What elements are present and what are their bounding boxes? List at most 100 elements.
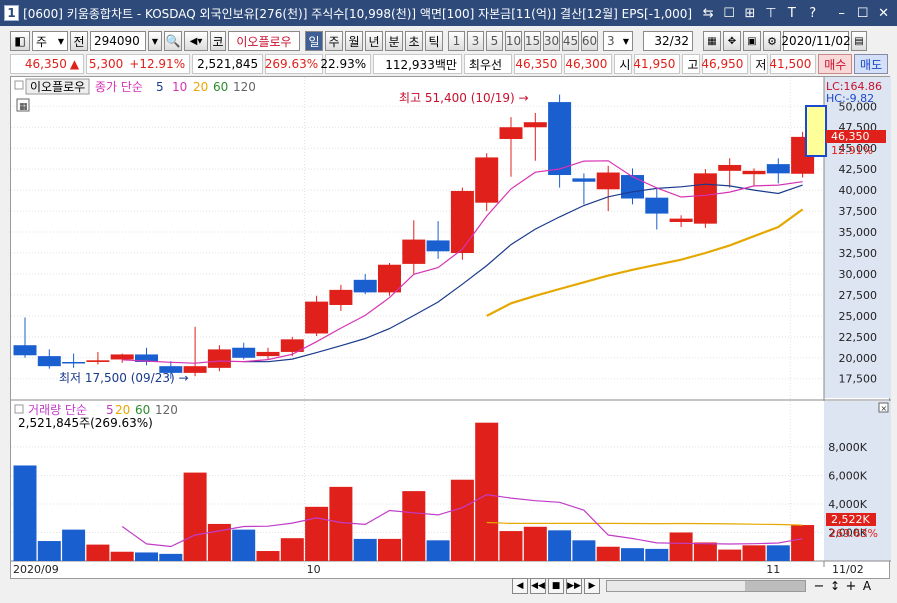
- date-input[interactable]: 2020/11/02: [781, 31, 851, 51]
- buy-button[interactable]: 매수: [818, 54, 853, 74]
- interval-30[interactable]: 30: [543, 31, 560, 51]
- high-price: 46,950: [701, 54, 749, 74]
- volume-bar: [159, 553, 183, 561]
- volume-bar: [135, 552, 158, 561]
- scroll-start-button[interactable]: ◀: [512, 578, 528, 594]
- scroll-back-button[interactable]: ◀◀: [530, 578, 546, 594]
- interval-45[interactable]: 45: [562, 31, 579, 51]
- layout-icon[interactable]: ◧: [10, 31, 30, 51]
- price-tick-label: 22,500: [839, 331, 878, 344]
- stock-code-input[interactable]: 294090: [90, 31, 146, 51]
- sell-button[interactable]: 매도: [854, 54, 888, 74]
- volume-label: 거래량 단순: [28, 403, 87, 417]
- interval-1[interactable]: 1: [448, 31, 465, 51]
- scrollbar-track[interactable]: [606, 580, 806, 592]
- volume-bar: [62, 529, 86, 561]
- volume-bar: [523, 526, 547, 561]
- price-tick-label: 40,000: [839, 184, 878, 197]
- volume-bar: [378, 538, 401, 561]
- interval-3[interactable]: 3: [467, 31, 484, 51]
- low-label: 저: [750, 54, 769, 74]
- price-tick-label: 27,500: [839, 289, 878, 302]
- interval-60[interactable]: 60: [581, 31, 598, 51]
- calculator-glyph: ▦: [19, 102, 28, 112]
- volume-bar: [329, 486, 353, 561]
- price-pct-tag: 12.91%: [831, 144, 873, 157]
- minimize-button[interactable]: –: [834, 5, 849, 21]
- window-title: [0600] 키움종합차트 - KOSDAQ 외국인보유[276(천)] 주식수…: [23, 6, 695, 21]
- search-icon[interactable]: 🔍: [164, 31, 182, 51]
- prev-button[interactable]: 전: [70, 31, 88, 51]
- restore-icon[interactable]: ☐: [722, 5, 737, 21]
- price-tick-label: 32,500: [839, 247, 878, 260]
- chart-area[interactable]: 50,000 47,500 45,000 42,500 40,000 37,500 35,0…: [10, 76, 891, 580]
- candle-up: [256, 351, 280, 357]
- x-tick-label: 10: [307, 563, 321, 576]
- custom-interval-select[interactable]: 3 ▼: [603, 31, 633, 51]
- period-tick[interactable]: 틱: [425, 31, 443, 51]
- period-week[interactable]: 주: [325, 31, 343, 51]
- open-label: 시: [614, 54, 633, 74]
- ma-period-10: 10: [172, 80, 187, 94]
- zoom-out-icon[interactable]: −: [812, 579, 826, 594]
- volume-bar: [402, 491, 426, 561]
- zoom-handle-icon[interactable]: ↕: [828, 579, 842, 593]
- pin-icon[interactable]: ⊤: [763, 5, 778, 21]
- current-price-tag-text: 46,350: [831, 130, 870, 143]
- grid-icon[interactable]: ⊞: [743, 5, 758, 21]
- candle-up: [378, 264, 401, 293]
- grid-view-icon[interactable]: ▦: [703, 31, 721, 51]
- interval-10[interactable]: 10: [505, 31, 522, 51]
- font-size-icon[interactable]: A: [860, 579, 874, 593]
- speaker-icon[interactable]: ◀▾: [184, 31, 208, 51]
- zoom-in-icon[interactable]: +: [844, 579, 858, 594]
- volume-bar: [450, 479, 474, 561]
- close-button[interactable]: ✕: [876, 5, 891, 21]
- up-arrow-icon: ▲: [69, 57, 80, 71]
- period-year[interactable]: 년: [365, 31, 383, 51]
- gear-icon[interactable]: ⚙: [763, 31, 781, 51]
- candle-down: [232, 347, 256, 358]
- interval-5[interactable]: 5: [486, 31, 503, 51]
- scrollbar-thumb[interactable]: [745, 581, 805, 591]
- interval-15[interactable]: 15: [524, 31, 541, 51]
- save-icon[interactable]: ▣: [743, 31, 761, 51]
- text-size-icon[interactable]: T: [784, 5, 799, 21]
- ma-period-120: 120: [233, 80, 256, 94]
- candle-up: [450, 190, 474, 253]
- current-volume-tag-text: 2,522K: [831, 513, 870, 526]
- stock-label: 이오플로우: [30, 80, 85, 94]
- candle-up: [523, 122, 547, 128]
- candle-down: [548, 102, 572, 176]
- volume-bar: [596, 546, 620, 561]
- stock-chart[interactable]: 50,00047,50045,00042,50040,00037,50035,0…: [11, 77, 891, 580]
- scroll-end-button[interactable]: ▶: [584, 578, 600, 594]
- maximize-button[interactable]: ☐: [855, 5, 870, 21]
- period-day[interactable]: 일: [305, 31, 323, 51]
- period-second[interactable]: 초: [405, 31, 423, 51]
- turnover-rate: 22.93%: [320, 54, 372, 74]
- code-dropdown-button[interactable]: ▼: [148, 31, 162, 51]
- volume-bar: [742, 545, 766, 561]
- help-icon[interactable]: ?: [805, 5, 820, 21]
- candle-down: [426, 240, 450, 252]
- candle-up: [329, 289, 353, 305]
- link-icon[interactable]: ⇆: [701, 5, 716, 21]
- volume-tick-label: 4,000K: [828, 498, 867, 511]
- candle-up: [475, 157, 499, 203]
- scroll-forward-button[interactable]: ▶▶: [566, 578, 582, 594]
- price-tick-label: 35,000: [839, 226, 878, 239]
- volume-bar: [353, 538, 377, 561]
- market-type-select[interactable]: 주 ▼: [32, 31, 68, 51]
- period-minute[interactable]: 분: [385, 31, 403, 51]
- ma-period-60: 60: [213, 80, 228, 94]
- page-indicator: 32/32: [643, 31, 693, 51]
- volume-tick-label: 6,000K: [828, 469, 867, 482]
- stop-button[interactable]: ■: [548, 578, 564, 594]
- volume-value: 2,521,845: [192, 54, 264, 74]
- crosshair-icon[interactable]: ✥: [723, 31, 741, 51]
- period-month[interactable]: 월: [345, 31, 363, 51]
- calendar-icon[interactable]: ▤: [851, 31, 867, 51]
- price-tick-label: 30,000: [839, 268, 878, 281]
- market-prefix[interactable]: 코: [210, 31, 226, 51]
